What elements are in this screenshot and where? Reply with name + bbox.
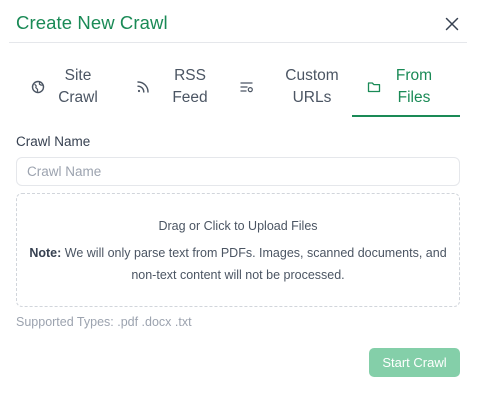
folder-icon [366, 79, 382, 95]
upload-note-text: We will only parse text from PDFs. Image… [61, 246, 447, 282]
upload-instructions: Drag or Click to Upload Files [158, 219, 318, 233]
tab-rss-feed-line1: RSS [174, 67, 206, 84]
file-upload-dropzone[interactable]: Drag or Click to Upload Files Note: We w… [16, 193, 460, 307]
tab-from-files-line1: From [395, 67, 433, 84]
close-icon [445, 17, 459, 31]
tab-rss-feed-line2: Feed [172, 89, 208, 106]
globe-icon [30, 79, 46, 95]
upload-note: Note: We will only parse text from PDFs.… [27, 242, 449, 286]
tab-site-crawl-line2: Crawl [58, 89, 98, 106]
tab-from-files-line2: Files [397, 89, 431, 106]
dialog-title: Create New Crawl [16, 12, 168, 33]
header-divider [9, 42, 467, 43]
close-button[interactable] [442, 14, 462, 34]
upload-note-label: Note: [29, 246, 62, 260]
tab-site-crawl-line1: Site [64, 67, 92, 84]
supported-types-text: Supported Types: .pdf .docx .txt [16, 315, 192, 329]
tab-from-files[interactable]: From Files [352, 60, 460, 118]
tab-site-crawl[interactable]: Site Crawl [16, 60, 124, 118]
rss-icon [135, 79, 151, 95]
tab-custom-urls-line2: URLs [292, 89, 332, 106]
tab-custom-urls-line1: Custom [285, 67, 339, 84]
create-crawl-dialog: Create New Crawl Site Crawl RSS Feed Cus… [0, 0, 478, 395]
list-filter-icon [239, 79, 255, 95]
crawl-name-input[interactable] [16, 157, 460, 186]
active-tab-indicator [352, 115, 460, 117]
tab-custom-urls[interactable]: Custom URLs [232, 60, 352, 118]
start-crawl-button[interactable]: Start Crawl [369, 348, 460, 377]
tab-rss-feed[interactable]: RSS Feed [124, 60, 232, 118]
crawl-name-label: Crawl Name [16, 134, 91, 149]
crawl-type-tabs: Site Crawl RSS Feed Custom URLs From Fil… [16, 60, 460, 118]
dialog-header: Create New Crawl [16, 10, 466, 40]
